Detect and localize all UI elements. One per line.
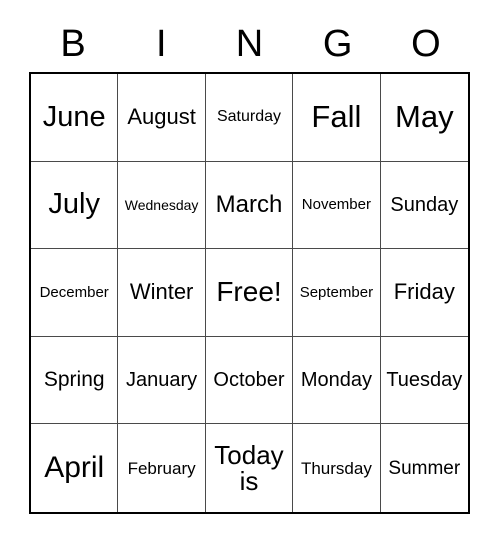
bingo-cell-r4c4[interactable]: Monday — [293, 336, 381, 425]
bingo-cell-label: April — [44, 450, 105, 484]
bingo-header-row: B I N G O — [29, 18, 470, 70]
bingo-cell-free-space[interactable]: Free! — [205, 249, 294, 337]
bingo-cell-label: December — [39, 283, 109, 301]
bingo-grid: June August Saturday Fall May July Wedne… — [29, 72, 470, 514]
bingo-header-letter-o: O — [411, 23, 441, 65]
bingo-cell-label: Sunday — [390, 193, 459, 216]
bingo-cell-r4c2[interactable]: January — [118, 336, 206, 425]
bingo-cell-r4c1[interactable]: Spring — [31, 336, 119, 425]
bingo-cell-label: February — [127, 458, 196, 478]
bingo-cell-r5c2[interactable]: February — [118, 424, 206, 512]
bingo-cell-r2c4[interactable]: November — [293, 161, 381, 250]
bingo-header-letter-g: G — [322, 23, 353, 65]
bingo-cell-r2c5[interactable]: Sunday — [380, 161, 468, 250]
bingo-header-letter-b: B — [60, 23, 86, 65]
bingo-cell-r4c5[interactable]: Tuesday — [380, 336, 468, 425]
bingo-cell-r1c3[interactable]: Saturday — [205, 74, 294, 162]
bingo-cell-r3c2[interactable]: Winter — [118, 249, 206, 337]
bingo-card: B I N G O June August Saturday Fall May … — [0, 0, 500, 544]
bingo-cell-label: March — [215, 190, 283, 218]
bingo-cell-r1c1[interactable]: June — [31, 74, 119, 162]
bingo-cell-label: January — [126, 368, 198, 391]
bingo-cell-label: May — [395, 99, 454, 135]
bingo-cell-label: June — [42, 100, 106, 133]
bingo-cell-label: Summer — [388, 457, 461, 479]
bingo-cell-label: September — [299, 283, 374, 301]
bingo-cell-r5c1[interactable]: April — [31, 424, 119, 512]
bingo-cell-label: October — [213, 368, 285, 391]
bingo-cell-r5c3[interactable]: Today is — [205, 424, 294, 512]
bingo-cell-label: Thursday — [300, 458, 372, 478]
bingo-cell-label: July — [48, 188, 100, 221]
bingo-cell-r2c1[interactable]: July — [31, 161, 119, 250]
bingo-cell-label: Spring — [43, 368, 105, 392]
bingo-cell-label: November — [301, 196, 371, 214]
bingo-cell-r3c4[interactable]: September — [293, 249, 381, 337]
bingo-cell-r2c3[interactable]: March — [205, 161, 294, 250]
bingo-cell-r1c4[interactable]: Fall — [293, 74, 381, 162]
bingo-cell-label: Friday — [393, 279, 455, 305]
bingo-cell-r5c4[interactable]: Thursday — [293, 424, 381, 512]
bingo-cell-label: Monday — [300, 368, 372, 391]
bingo-header-letter-i: I — [156, 23, 167, 65]
bingo-cell-label: Wednesday — [124, 196, 199, 213]
bingo-cell-r1c2[interactable]: August — [118, 74, 206, 162]
bingo-cell-label: Today is — [214, 439, 284, 497]
bingo-cell-label: August — [127, 104, 196, 130]
bingo-cell-r3c1[interactable]: December — [31, 249, 119, 337]
bingo-header-letter-n: N — [235, 23, 264, 65]
bingo-cell-r3c5[interactable]: Friday — [380, 249, 468, 337]
bingo-cell-label: Free! — [216, 276, 282, 308]
bingo-cell-r2c2[interactable]: Wednesday — [118, 161, 206, 250]
bingo-cell-label: Fall — [311, 99, 362, 135]
bingo-cell-label: Winter — [129, 279, 194, 305]
bingo-cell-label: Saturday — [216, 108, 282, 126]
bingo-cell-r5c5[interactable]: Summer — [380, 424, 468, 512]
bingo-cell-r1c5[interactable]: May — [380, 74, 468, 162]
bingo-cell-r4c3[interactable]: October — [205, 336, 294, 425]
bingo-cell-label: Tuesday — [386, 368, 463, 391]
